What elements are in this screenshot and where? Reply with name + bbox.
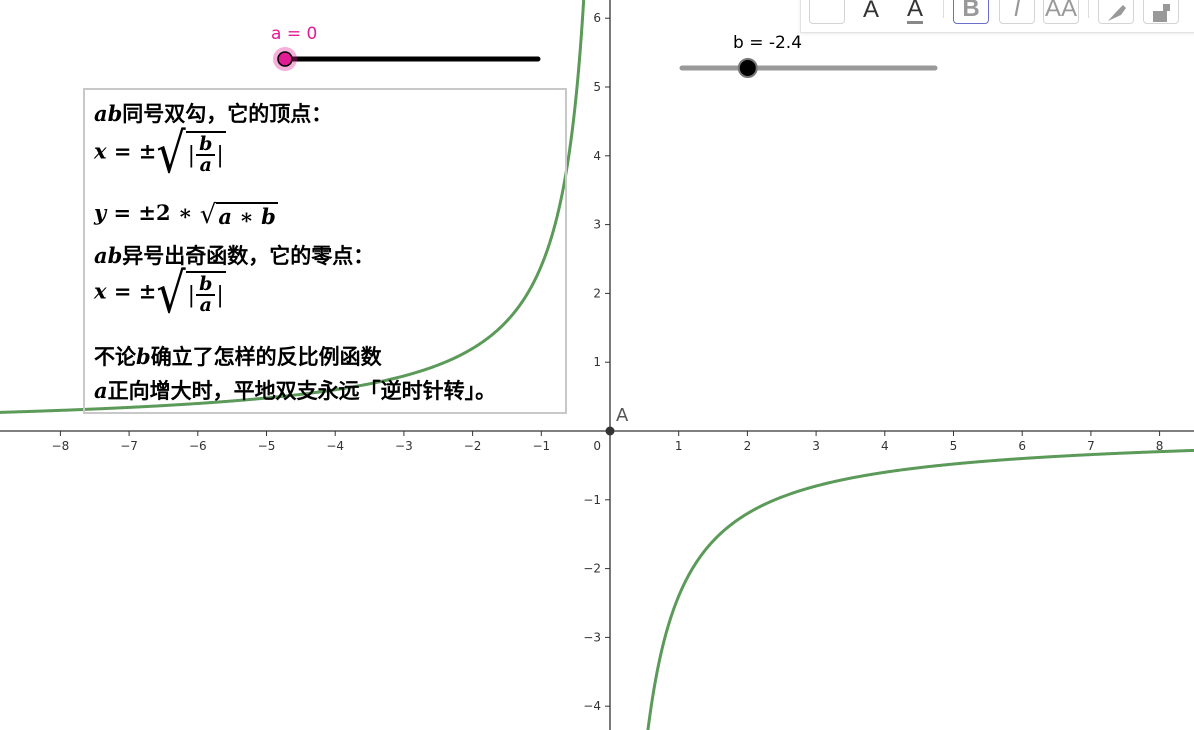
abs-bar-left: | <box>187 142 196 168</box>
x-tick-label: 3 <box>812 439 820 453</box>
x-tick-label: 2 <box>744 439 752 453</box>
text-line-1-content: 同号双勾，它的顶点： <box>122 101 333 126</box>
math-ab: ab <box>94 101 123 126</box>
x-tick-label: −3 <box>395 439 413 453</box>
letter-a-icon: A <box>862 0 879 23</box>
math-y: y <box>94 200 107 225</box>
y-tick-label: 4 <box>593 149 601 163</box>
fraction-numerator: b <box>196 135 216 156</box>
x-tick-label: −5 <box>258 439 276 453</box>
math-a: a <box>94 378 108 403</box>
math-coefficient: 2 ∗ <box>156 200 200 225</box>
point-A[interactable] <box>605 426 615 436</box>
x-tick-label: −4 <box>326 439 344 453</box>
fill-button[interactable] <box>1143 0 1179 24</box>
toolbar-separator <box>943 0 944 18</box>
text-line-6-b: 确立了怎样的反比例函数 <box>150 344 382 369</box>
abs-bar-right: | <box>216 282 224 308</box>
text-line-1: ab同号双勾，它的顶点： <box>94 98 332 128</box>
pen-icon <box>1108 5 1126 21</box>
font-size-button[interactable]: AA <box>1043 0 1079 24</box>
slider-b-knob[interactable] <box>737 58 758 78</box>
y-tick-label: −3 <box>583 630 601 644</box>
fraction-denominator: a <box>199 294 212 316</box>
text-line-7: a正向增大时，平地双支永远「逆时针转」。 <box>94 375 496 405</box>
toolbar-separator <box>1088 0 1089 18</box>
curve-branch-right[interactable] <box>646 448 1194 730</box>
sqrt-sign: √a ∗ b <box>199 200 278 230</box>
italic-button[interactable]: I <box>999 0 1035 24</box>
sqrt-sign: √| b a | <box>156 120 226 186</box>
slider-b-label: b = -2.4 <box>733 33 802 53</box>
text-color-button[interactable]: A <box>853 0 889 24</box>
x-tick-label: −2 <box>464 439 482 453</box>
x-tick-label: 6 <box>1018 439 1026 453</box>
y-tick-label: 3 <box>593 218 601 232</box>
x-tick-label: −8 <box>52 439 70 453</box>
math-b: b <box>136 344 151 369</box>
y-tick-label: 5 <box>593 80 601 94</box>
italic-icon: I <box>1013 0 1021 22</box>
color-swatch-button[interactable] <box>809 0 845 24</box>
y-tick-label: −2 <box>583 562 601 576</box>
abs-bar-right: | <box>216 142 224 168</box>
x-tick-label: −1 <box>532 439 550 453</box>
bold-icon: B <box>962 0 980 22</box>
y-tick-label: 2 <box>593 286 601 300</box>
math-radicand: a ∗ b <box>216 201 278 229</box>
x-tick-label: 4 <box>881 439 889 453</box>
formula-vertex-y: y = ±2 ∗ √a ∗ b <box>94 200 278 229</box>
abs-bar-left: | <box>187 282 196 308</box>
fraction-numerator: b <box>196 275 216 296</box>
math-x: x <box>94 278 107 304</box>
text-line-7-content: 正向增大时，平地双支永远「逆时针转」。 <box>107 378 497 403</box>
letter-a-underline-icon: A <box>906 0 923 24</box>
origin-label: 0 <box>593 439 601 453</box>
x-tick-label: 1 <box>675 439 683 453</box>
x-tick-label: 7 <box>1087 439 1095 453</box>
y-tick-label: −1 <box>583 493 601 507</box>
math-eq-pm: = ± <box>106 138 157 164</box>
style-toolbar: A A B I AA <box>800 0 1194 33</box>
x-tick-label: −6 <box>189 439 207 453</box>
font-size-icon: AA <box>1044 0 1077 22</box>
formula-vertex-x: x = ±√| b a | <box>94 120 226 186</box>
text-line-6: 不论b确立了怎样的反比例函数 <box>94 341 382 371</box>
text-line-4: ab异号出奇函数，它的零点： <box>94 240 374 270</box>
fraction-b-over-a: ba <box>196 275 216 316</box>
fraction-b-over-a: ba <box>196 135 216 176</box>
fill-icon <box>1153 4 1170 22</box>
y-tick-label: 6 <box>593 11 601 25</box>
pen-button[interactable] <box>1098 0 1134 24</box>
point-label-A: A <box>616 405 629 426</box>
math-eq-pm: = ± <box>106 200 157 225</box>
math-ab: ab <box>94 243 123 268</box>
x-tick-label: −7 <box>120 439 138 453</box>
sqrt-sign: √| b a | <box>156 260 226 326</box>
x-tick-label: 5 <box>950 439 958 453</box>
math-x: x <box>94 138 107 164</box>
formula-text-box[interactable]: ab同号双勾，它的顶点： x = ±√| b a | y = ±2 ∗ √a ∗ b … <box>83 88 567 414</box>
background-color-button[interactable]: A <box>897 0 933 24</box>
math-eq-pm: = ± <box>106 278 157 304</box>
formula-zero-x: x = ±√| b a | <box>94 260 226 326</box>
fraction-denominator: a <box>199 154 212 176</box>
text-line-6-a: 不论 <box>94 344 136 369</box>
slider-a-knob[interactable] <box>277 51 293 67</box>
slider-a-label: a = 0 <box>271 24 317 44</box>
y-tick-label: 1 <box>593 355 601 369</box>
y-tick-label: −4 <box>583 699 601 713</box>
bold-button[interactable]: B <box>953 0 989 24</box>
